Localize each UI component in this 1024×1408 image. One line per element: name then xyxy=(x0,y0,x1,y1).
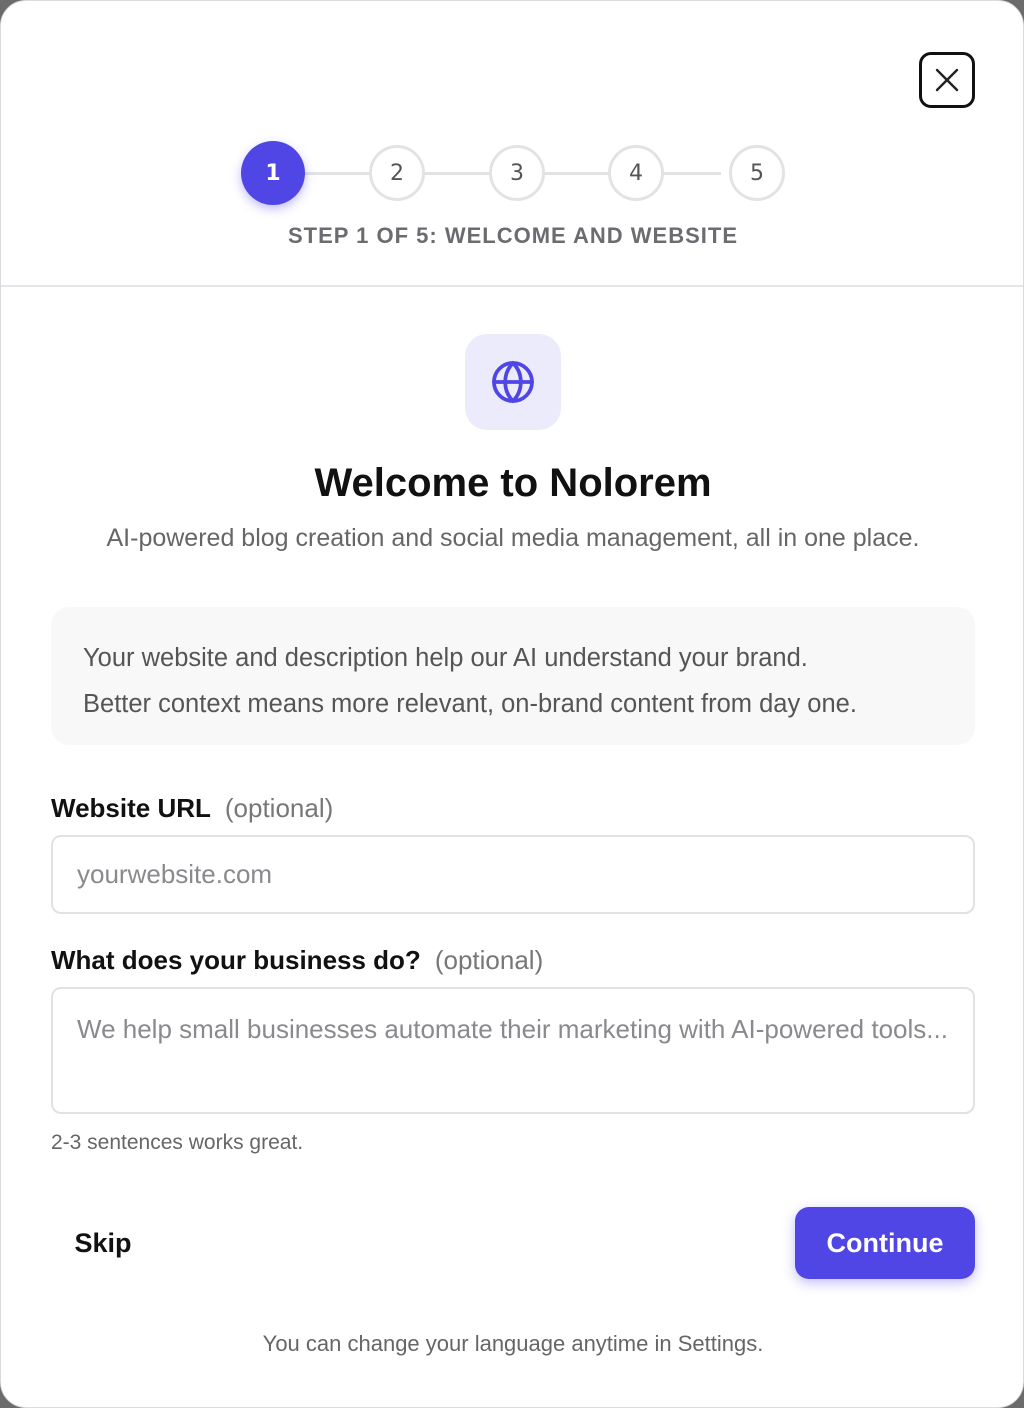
step-number: 3 xyxy=(510,160,524,186)
globe-tile xyxy=(465,334,561,430)
business-description-input[interactable] xyxy=(51,987,975,1114)
website-url-label: Website URL (optional) xyxy=(51,793,333,824)
skip-button[interactable]: Skip xyxy=(51,1207,155,1279)
step-number: 2 xyxy=(390,160,404,186)
step-number: 1 xyxy=(265,160,281,186)
onboarding-dialog: 1 2 3 4 5 STEP 1 OF 5: WELCOME AND WEBSI… xyxy=(0,0,1024,1408)
info-line-2: Better context means more relevant, on-b… xyxy=(83,690,857,718)
step-number: 5 xyxy=(750,160,764,186)
close-icon xyxy=(935,68,959,92)
step-1: 1 xyxy=(241,141,305,205)
close-button[interactable] xyxy=(919,52,975,108)
business-description-label-text: What does your business do? xyxy=(51,945,421,975)
step-4: 4 xyxy=(608,145,664,201)
info-line-1: Your website and description help our AI… xyxy=(83,644,808,672)
business-description-hint: 2-3 sentences works great. xyxy=(51,1131,304,1154)
optional-tag: (optional) xyxy=(434,945,544,975)
globe-icon xyxy=(492,361,534,403)
footer-note: You can change your language anytime in … xyxy=(262,1331,764,1356)
continue-button[interactable]: Continue xyxy=(795,1207,975,1279)
website-url-input[interactable] xyxy=(51,835,975,914)
business-description-label: What does your business do? (optional) xyxy=(51,945,543,976)
page-subtitle: AI-powered blog creation and social medi… xyxy=(106,524,920,552)
step-5: 5 xyxy=(729,145,785,201)
stepper: 1 2 3 4 5 xyxy=(241,141,785,205)
info-callout: Your website and description help our AI… xyxy=(51,607,975,745)
page-title: Welcome to Nolorem xyxy=(314,461,712,505)
step-2: 2 xyxy=(369,145,425,201)
website-url-label-text: Website URL xyxy=(51,793,211,823)
step-caption: STEP 1 OF 5: WELCOME AND WEBSITE xyxy=(287,223,739,248)
step-number: 4 xyxy=(629,160,643,186)
header-divider xyxy=(1,285,1023,287)
optional-tag: (optional) xyxy=(224,793,334,823)
step-3: 3 xyxy=(489,145,545,201)
